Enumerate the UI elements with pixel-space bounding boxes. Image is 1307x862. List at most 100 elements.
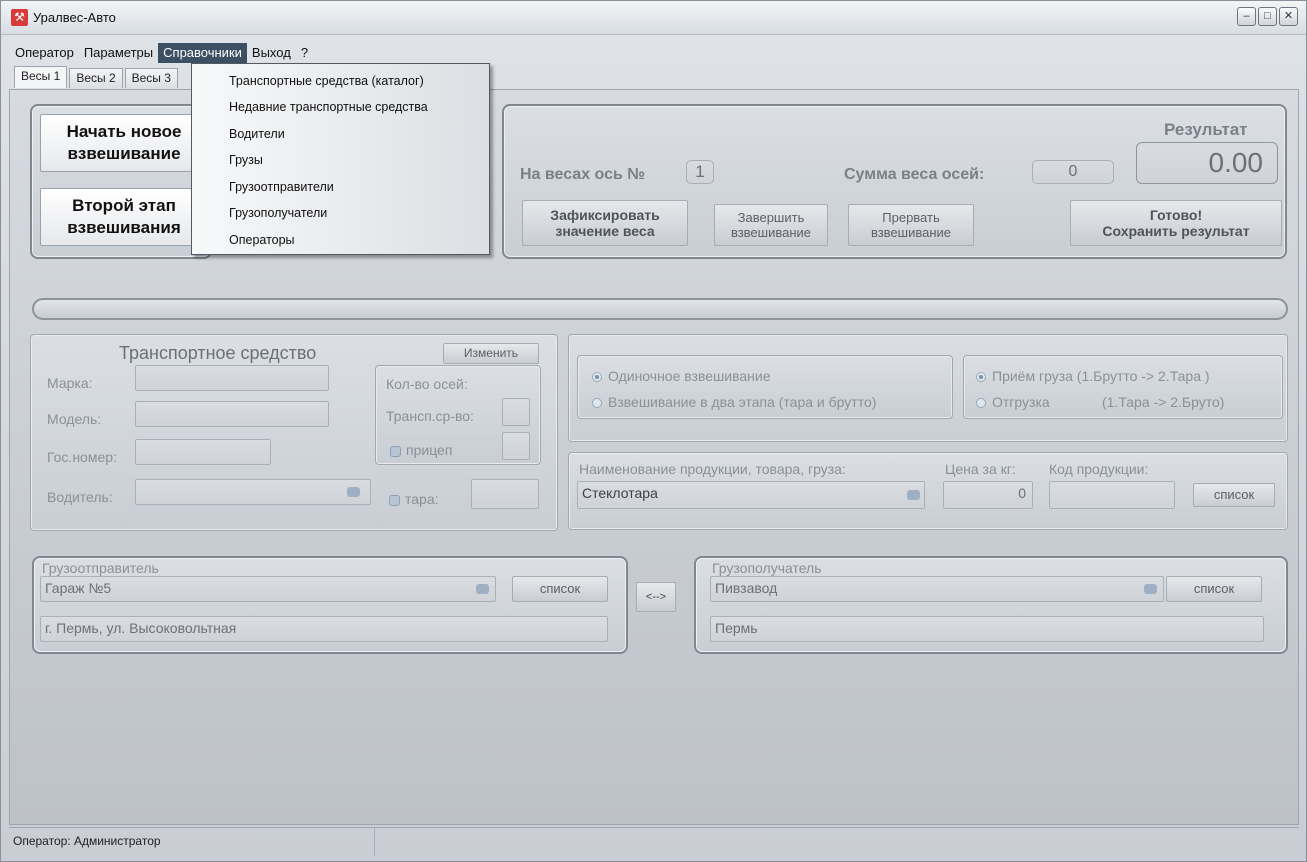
start-weighing-button[interactable]: Начать новое взвешивание xyxy=(40,114,208,172)
directories-menu: Транспортные средства (каталог) Недавние… xyxy=(191,63,490,255)
tare-checkbox[interactable] xyxy=(389,495,400,506)
menu-item-operators[interactable]: Операторы xyxy=(229,233,295,247)
menu-item-receivers[interactable]: Грузополучатели xyxy=(229,206,327,220)
menu-bar: Оператор Параметры Справочники Выход ? xyxy=(10,43,313,63)
model-field[interactable] xyxy=(135,401,329,427)
menu-help[interactable]: ? xyxy=(296,43,313,63)
sender-select[interactable]: Гараж №5 xyxy=(40,576,496,602)
minimize-icon[interactable]: – xyxy=(1237,7,1256,26)
brand-field[interactable] xyxy=(135,365,329,391)
axle-sum-label: Сумма веса осей: xyxy=(844,166,985,183)
maximize-icon[interactable]: □ xyxy=(1258,7,1277,26)
status-operator: Оператор: Администратор xyxy=(13,834,161,848)
sender-dropdown-icon[interactable] xyxy=(476,584,489,594)
product-dropdown-icon[interactable] xyxy=(907,490,920,500)
receive-label: Приём груза (1.Брутто -> 2.Тара ) xyxy=(992,368,1210,384)
tare-label: тара: xyxy=(405,491,439,507)
swap-parties-button[interactable]: <--> xyxy=(636,582,676,612)
save-result-line1: Готово! xyxy=(1149,207,1203,223)
single-weighing-radio[interactable] xyxy=(592,372,602,382)
save-result-button[interactable]: Готово! Сохранить результат xyxy=(1070,200,1282,246)
weighing-result-panel: На весах ось № 1 Сумма веса осей: 0 Резу… xyxy=(502,104,1287,259)
product-list-button[interactable]: список xyxy=(1193,483,1275,507)
product-code-field[interactable] xyxy=(1049,481,1175,509)
vehicle-panel: Транспортное средство Изменить Марка: Мо… xyxy=(30,334,558,531)
two-stage-label: Взвешивание в два этапа (тара и брутто) xyxy=(608,394,877,410)
receiver-title: Грузополучатель xyxy=(712,560,822,576)
receiver-list-button[interactable]: список xyxy=(1166,576,1262,602)
finish-weighing-line2: взвешивание xyxy=(730,225,812,240)
sender-title: Грузоотправитель xyxy=(42,560,159,576)
receiver-dropdown-icon[interactable] xyxy=(1144,584,1157,594)
fix-weight-line2: значение веса xyxy=(555,223,655,239)
window-controls: – □ ✕ xyxy=(1237,7,1298,26)
product-name-select[interactable]: Стеклотара xyxy=(577,481,925,509)
sender-panel: Грузоотправитель Гараж №5 список г. Перм… xyxy=(32,556,628,654)
status-divider xyxy=(374,828,375,856)
sender-address-field[interactable]: г. Пермь, ул. Высоковольтная xyxy=(40,616,608,642)
two-stage-radio[interactable] xyxy=(592,398,602,408)
driver-select[interactable] xyxy=(135,479,371,505)
receiver-select[interactable]: Пивзавод xyxy=(710,576,1164,602)
menu-exit[interactable]: Выход xyxy=(247,43,296,63)
menu-directories[interactable]: Справочники xyxy=(158,43,247,63)
second-stage-button[interactable]: Второй этап взвешивания xyxy=(40,188,208,246)
abort-weighing-button[interactable]: Прервать взвешивание xyxy=(848,204,974,246)
receiver-address-field[interactable]: Пермь xyxy=(710,616,1264,642)
receive-radio[interactable] xyxy=(976,372,986,382)
close-icon[interactable]: ✕ xyxy=(1279,7,1298,26)
tab-scale-2[interactable]: Весы 2 xyxy=(69,68,123,88)
trailer-axles-field[interactable] xyxy=(502,432,530,460)
finish-weighing-line1: Завершить xyxy=(737,210,805,225)
trailer-label: прицеп xyxy=(406,442,453,458)
weighing-type-group: Одиночное взвешивание Взвешивание в два … xyxy=(577,355,953,419)
menu-item-drivers[interactable]: Водители xyxy=(229,127,285,141)
fix-weight-button[interactable]: Зафиксировать значение веса xyxy=(522,200,688,246)
menu-item-recent-vehicles[interactable]: Недавние транспортные средства xyxy=(229,100,428,114)
operation-type-group: Приём груза (1.Брутто -> 2.Тара ) Отгруз… xyxy=(963,355,1283,419)
vehicle-title: Транспортное средство xyxy=(119,343,317,363)
result-display: 0.00 xyxy=(1136,142,1278,184)
second-stage-line1: Второй этап xyxy=(72,196,176,215)
axle-count-panel: Кол-во осей: Трансп.ср-во: прицеп xyxy=(375,365,541,465)
ship-radio[interactable] xyxy=(976,398,986,408)
tab-scale-3[interactable]: Весы 3 xyxy=(124,68,178,88)
weighing-progress-bar xyxy=(32,298,1288,320)
plate-label: Гос.номер: xyxy=(47,449,117,465)
start-weighing-line2: взвешивание xyxy=(67,144,181,163)
axle-number-field: 1 xyxy=(686,160,714,184)
tare-field[interactable] xyxy=(471,479,539,509)
finish-weighing-button[interactable]: Завершить взвешивание xyxy=(714,204,828,246)
scale-tabs: Весы 1 Весы 2 Весы 3 xyxy=(14,66,180,88)
trailer-checkbox[interactable] xyxy=(390,446,401,457)
vehicle-axles-label: Трансп.ср-во: xyxy=(386,408,474,424)
sender-list-button[interactable]: список xyxy=(512,576,608,602)
single-weighing-label: Одиночное взвешивание xyxy=(608,368,771,384)
brand-label: Марка: xyxy=(47,375,93,391)
vehicle-axles-field[interactable] xyxy=(502,398,530,426)
price-label: Цена за кг: xyxy=(945,461,1016,477)
ship-label: Отгрузка xyxy=(992,394,1050,410)
price-field[interactable]: 0 xyxy=(943,481,1033,509)
second-stage-line2: взвешивания xyxy=(67,218,181,237)
edit-vehicle-button[interactable]: Изменить xyxy=(443,343,539,364)
menu-item-vehicles-catalog[interactable]: Транспортные средства (каталог) xyxy=(229,74,424,88)
app-logo-icon: ⚒ xyxy=(11,9,28,26)
window-title: Уралвес-Авто xyxy=(33,10,116,25)
fix-weight-line1: Зафиксировать xyxy=(550,207,660,223)
menu-operator[interactable]: Оператор xyxy=(10,43,79,63)
driver-dropdown-icon[interactable] xyxy=(347,487,360,497)
plate-field[interactable] xyxy=(135,439,271,465)
start-weighing-line1: Начать новое xyxy=(66,122,182,141)
driver-label: Водитель: xyxy=(47,489,113,505)
menu-item-senders[interactable]: Грузоотправители xyxy=(229,180,334,194)
ship-order-label: (1.Тара -> 2.Бруто) xyxy=(1102,394,1225,410)
receiver-panel: Грузополучатель Пивзавод список Пермь xyxy=(694,556,1288,654)
result-label: Результат xyxy=(1164,120,1248,139)
app-window: ⚒ Уралвес-Авто – □ ✕ Оператор Параметры … xyxy=(0,0,1307,862)
tab-scale-1[interactable]: Весы 1 xyxy=(14,66,68,88)
product-code-label: Код продукции: xyxy=(1049,461,1149,477)
abort-weighing-line2: взвешивание xyxy=(870,225,952,240)
menu-item-cargo[interactable]: Грузы xyxy=(229,153,263,167)
menu-parameters[interactable]: Параметры xyxy=(79,43,158,63)
